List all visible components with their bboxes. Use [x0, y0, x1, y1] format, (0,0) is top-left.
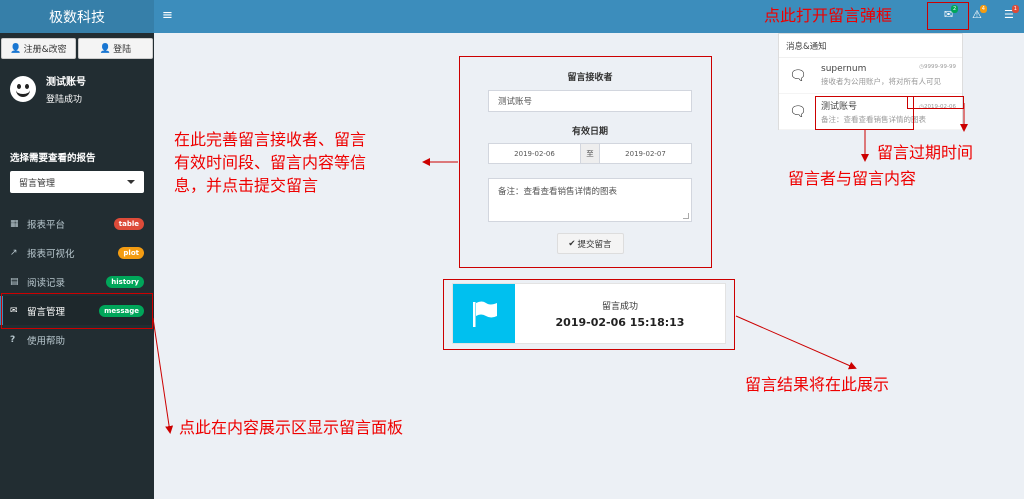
annotation-arrows — [152, 103, 968, 434]
arrow-sidebar — [152, 317, 174, 434]
arrow-result — [735, 315, 857, 370]
